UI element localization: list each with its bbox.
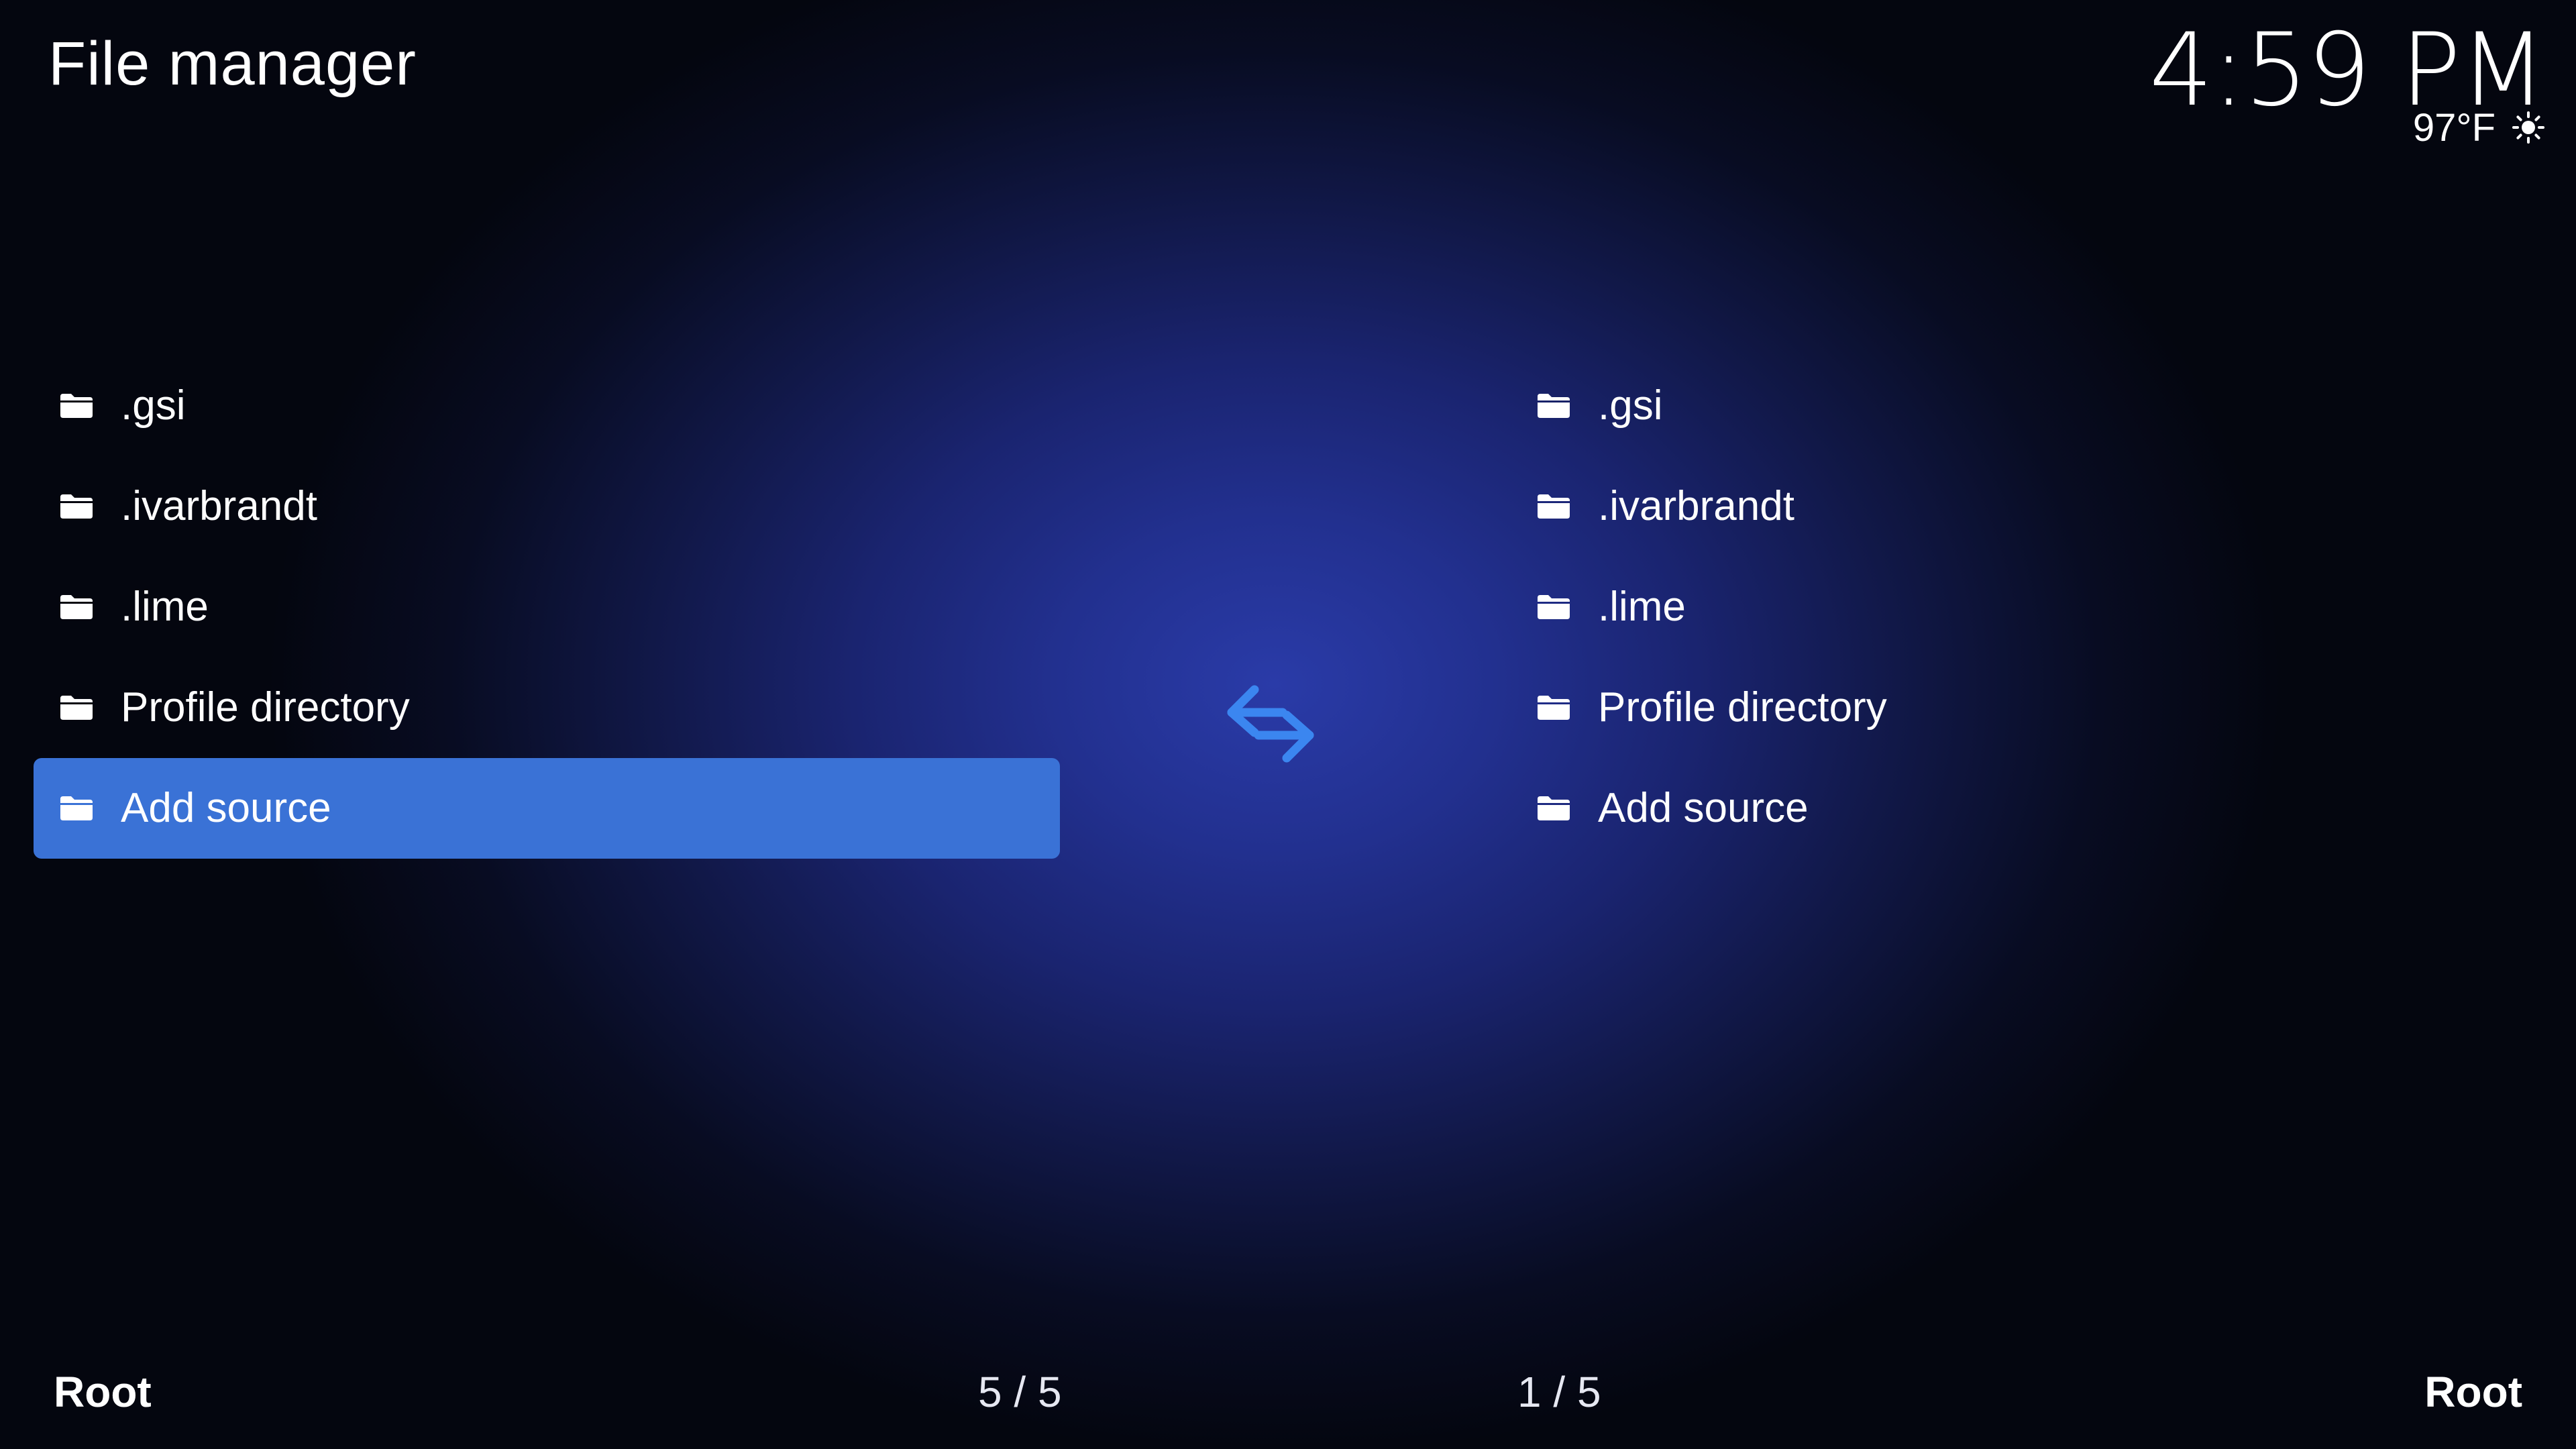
left-file-list: .gsi .ivarbrandt .lime Profile directory… [34,356,1060,859]
folder-icon [58,592,95,622]
list-item-lime[interactable]: .lime [34,557,1060,657]
folder-icon [58,794,95,823]
right-path-label: Root [2424,1368,2522,1416]
list-item-label: .gsi [1598,382,1663,429]
folder-icon [1535,391,1572,421]
list-item-profile-directory[interactable]: Profile directory [1511,657,2537,758]
folder-icon [1535,492,1572,521]
list-item-add-source[interactable]: Add source [34,758,1060,859]
weather-info: 97°F [2413,101,2545,154]
list-item-ivarbrandt[interactable]: .ivarbrandt [1511,456,2537,557]
list-item-label: .ivarbrandt [121,483,317,529]
list-item-label: .lime [1598,584,1686,630]
right-file-list: .gsi .ivarbrandt .lime Profile directory… [1511,356,2537,859]
sun-icon [2512,111,2545,144]
list-item-label: .gsi [121,382,186,429]
list-item-lime[interactable]: .lime [1511,557,2537,657]
list-item-add-source[interactable]: Add source [1511,758,2537,859]
list-item-profile-directory[interactable]: Profile directory [34,657,1060,758]
folder-icon [58,391,95,421]
folder-icon [1535,794,1572,823]
list-item-label: Add source [1598,785,1809,831]
list-item-label: Profile directory [1598,684,1887,731]
list-item-ivarbrandt[interactable]: .ivarbrandt [34,456,1060,557]
list-item-gsi[interactable]: .gsi [1511,356,2537,456]
swap-arrows-icon[interactable] [1225,683,1316,765]
folder-icon [58,693,95,722]
folder-icon [58,492,95,521]
list-item-label: Add source [121,785,331,831]
list-item-label: .ivarbrandt [1598,483,1794,529]
page-title: File manager [48,30,417,98]
list-item-label: Profile directory [121,684,410,731]
left-item-count: 5 / 5 [978,1368,1062,1416]
folder-icon [1535,693,1572,722]
list-item-label: .lime [121,584,209,630]
folder-icon [1535,592,1572,622]
list-item-gsi[interactable]: .gsi [34,356,1060,456]
right-item-count: 1 / 5 [1517,1368,1601,1416]
left-path-label: Root [54,1368,152,1416]
temperature: 97°F [2412,105,2496,150]
